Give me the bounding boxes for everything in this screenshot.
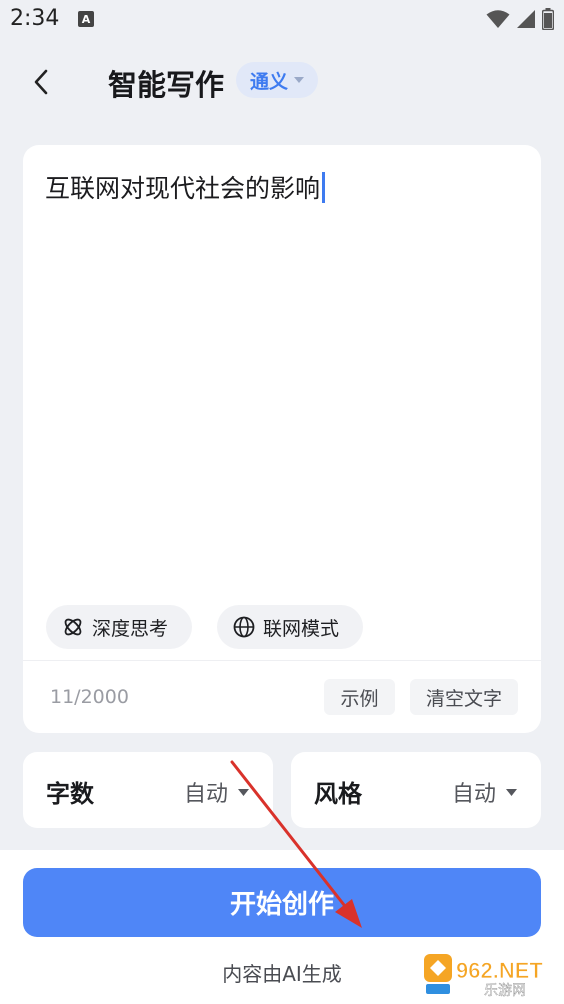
model-selector[interactable]: 通义 bbox=[236, 62, 319, 98]
caret-down-icon bbox=[506, 788, 517, 796]
chevron-left-icon bbox=[34, 69, 48, 95]
prompt-textarea[interactable]: 互联网对现代社会的影响 bbox=[45, 169, 519, 205]
back-button[interactable] bbox=[24, 64, 60, 100]
globe-icon bbox=[233, 616, 255, 638]
word-count-label: 字数 bbox=[46, 780, 94, 808]
watermark-logo-icon: 962.NET 乐游网 bbox=[424, 954, 544, 999]
clear-text-button[interactable]: 清空文字 bbox=[410, 679, 518, 715]
notification-icon: A bbox=[78, 11, 94, 27]
text-caret bbox=[322, 171, 326, 203]
web-mode-label: 联网模式 bbox=[263, 617, 340, 640]
style-selector[interactable]: 风格 自动 bbox=[291, 752, 541, 828]
status-time: 2:34 bbox=[10, 6, 60, 31]
web-mode-toggle[interactable]: 联网模式 bbox=[217, 605, 363, 649]
deep-thinking-label: 深度思考 bbox=[92, 617, 169, 640]
signal-icon bbox=[517, 10, 535, 28]
watermark: 962.NET 乐游网 bbox=[424, 950, 556, 999]
start-writing-button[interactable]: 开始创作 bbox=[23, 868, 541, 937]
word-count-value: 自动 bbox=[183, 782, 228, 807]
header: 智能写作 通义 bbox=[0, 54, 564, 110]
deep-thinking-toggle[interactable]: 深度思考 bbox=[46, 605, 192, 649]
status-icons bbox=[486, 8, 554, 30]
watermark-subtext: 乐游网 bbox=[484, 983, 526, 998]
word-count-selector[interactable]: 字数 自动 bbox=[23, 752, 273, 828]
status-bar: 2:34 A bbox=[0, 0, 564, 40]
style-value: 自动 bbox=[451, 782, 496, 807]
word-count: 11/2000 bbox=[50, 686, 129, 708]
caret-down-icon bbox=[238, 788, 249, 796]
model-selector-label: 通义 bbox=[250, 70, 289, 93]
watermark-text: 962.NET bbox=[456, 958, 543, 983]
wifi-icon bbox=[486, 10, 510, 28]
style-label: 风格 bbox=[314, 780, 362, 808]
page-title: 智能写作 bbox=[108, 68, 225, 102]
atom-icon bbox=[64, 618, 82, 636]
prompt-text: 互联网对现代社会的影响 bbox=[45, 174, 321, 203]
example-button[interactable]: 示例 bbox=[324, 679, 395, 715]
style-value-wrap: 自动 bbox=[452, 776, 517, 808]
battery-icon bbox=[542, 8, 554, 30]
caret-down-icon bbox=[294, 77, 305, 83]
card-divider bbox=[23, 660, 541, 661]
word-count-value-wrap: 自动 bbox=[184, 776, 249, 808]
editor-card: 互联网对现代社会的影响 深度思考 联网模式 11/2000 示例 清空文字 bbox=[23, 145, 541, 733]
